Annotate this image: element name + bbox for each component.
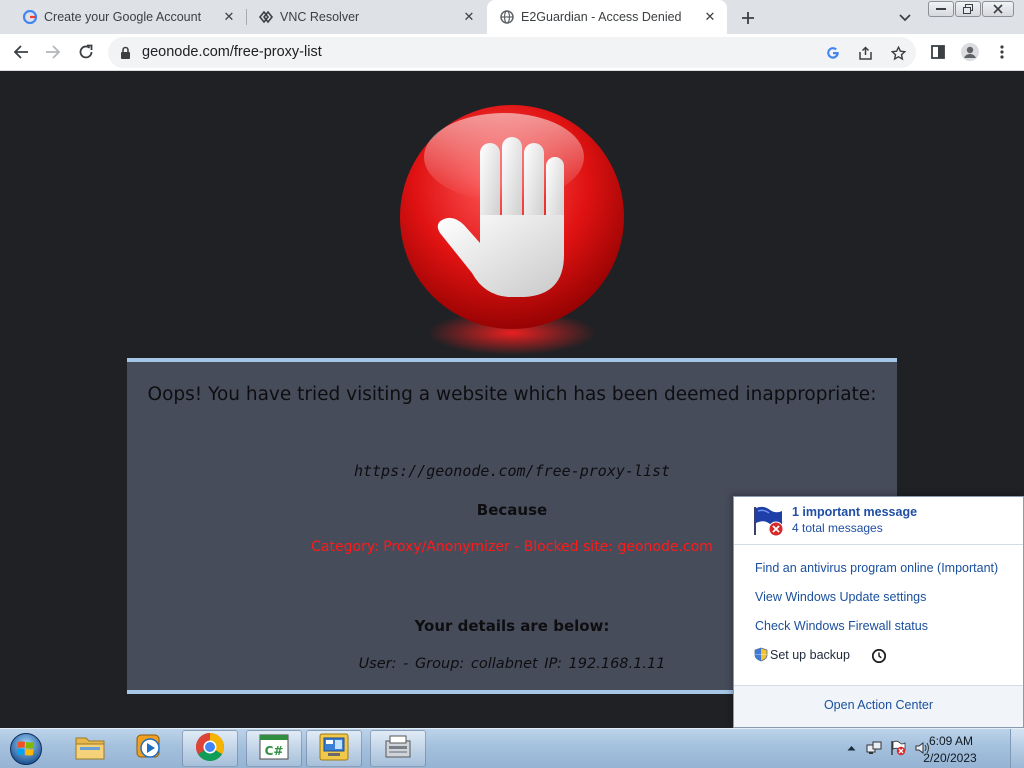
browser-toolbar: geonode.com/free-proxy-list bbox=[0, 34, 1024, 71]
back-button[interactable] bbox=[8, 39, 34, 65]
windows-update-link[interactable]: View Windows Update settings bbox=[755, 590, 926, 604]
start-button[interactable] bbox=[6, 731, 46, 767]
taskbar-remote-desktop[interactable] bbox=[306, 730, 362, 767]
forward-button[interactable] bbox=[40, 39, 66, 65]
tab-title: E2Guardian - Access Denied bbox=[521, 10, 682, 24]
action-center-popup: 1 important message 4 total messages Fin… bbox=[733, 496, 1024, 728]
action-center-flag-icon bbox=[752, 505, 786, 542]
chevron-down-icon[interactable] bbox=[895, 8, 915, 28]
taskbar-csharp-editor[interactable]: C# bbox=[246, 730, 302, 767]
tab-strip: Create your Google Account ✕ VNC Resolve… bbox=[0, 0, 1024, 34]
svg-text:C#: C# bbox=[265, 744, 284, 758]
minimize-button[interactable] bbox=[928, 1, 954, 17]
close-window-button[interactable] bbox=[982, 1, 1014, 17]
tab-title: Create your Google Account bbox=[44, 10, 202, 24]
popup-footer: Open Action Center bbox=[734, 685, 1023, 727]
taskbar: C# 6:09 AM 2/20/2023 bbox=[0, 728, 1024, 768]
close-icon[interactable]: ✕ bbox=[701, 8, 719, 26]
tab-e2guardian-access-denied[interactable]: E2Guardian - Access Denied ✕ bbox=[487, 0, 727, 34]
globe-icon bbox=[499, 9, 515, 25]
network-icon[interactable] bbox=[866, 740, 882, 756]
blocked-url: https://geonode.com/free-proxy-list bbox=[353, 462, 671, 480]
lock-icon[interactable] bbox=[120, 45, 131, 64]
close-icon[interactable]: ✕ bbox=[460, 8, 478, 26]
firewall-status-link[interactable]: Check Windows Firewall status bbox=[755, 619, 928, 633]
page-title: Oops! You have tried visiting a website … bbox=[147, 384, 877, 405]
find-antivirus-link[interactable]: Find an antivirus program online (Import… bbox=[755, 561, 998, 575]
taskbar-chrome[interactable] bbox=[182, 730, 238, 767]
taskbar-media-player[interactable] bbox=[122, 730, 178, 767]
google-icon bbox=[22, 9, 38, 25]
profile-avatar-icon[interactable] bbox=[957, 39, 983, 65]
tab-create-google-account[interactable]: Create your Google Account ✕ bbox=[0, 0, 246, 34]
chrome-icon bbox=[195, 732, 225, 766]
set-up-backup-link[interactable]: Set up backup bbox=[754, 647, 850, 662]
restore-button[interactable] bbox=[955, 1, 981, 17]
backup-clock-icon bbox=[871, 648, 887, 668]
shield-icon bbox=[754, 647, 768, 662]
vnc-icon bbox=[258, 9, 274, 25]
share-icon[interactable] bbox=[855, 43, 875, 63]
taskbar-scanner[interactable] bbox=[370, 730, 426, 767]
media-player-icon bbox=[135, 732, 165, 766]
bookmark-star-icon[interactable] bbox=[888, 43, 908, 63]
csharp-icon: C# bbox=[258, 733, 290, 765]
total-messages-link[interactable]: 4 total messages bbox=[792, 521, 883, 535]
address-bar[interactable]: geonode.com/free-proxy-list bbox=[108, 37, 916, 68]
open-action-center-link[interactable]: Open Action Center bbox=[734, 698, 1023, 712]
clock-date[interactable]: 2/20/2023 bbox=[916, 751, 984, 765]
google-lens-icon[interactable] bbox=[823, 43, 843, 63]
show-hidden-icons-icon[interactable] bbox=[843, 740, 859, 756]
tab-title: VNC Resolver bbox=[280, 10, 360, 24]
taskbar-explorer[interactable] bbox=[62, 730, 118, 767]
more-menu-icon[interactable] bbox=[989, 39, 1015, 65]
scanner-icon bbox=[383, 733, 413, 765]
url-text[interactable]: geonode.com/free-proxy-list bbox=[142, 44, 322, 60]
show-desktop-button[interactable] bbox=[1010, 729, 1024, 768]
stop-hand-icon bbox=[396, 105, 628, 369]
side-panel-icon[interactable] bbox=[925, 39, 951, 65]
important-message-link[interactable]: 1 important message bbox=[792, 505, 917, 519]
reload-button[interactable] bbox=[73, 39, 99, 65]
folder-icon bbox=[74, 733, 106, 765]
tab-vnc-resolver[interactable]: VNC Resolver ✕ bbox=[236, 0, 486, 34]
set-up-backup-label: Set up backup bbox=[770, 647, 850, 662]
remote-desktop-icon bbox=[318, 732, 350, 766]
new-tab-button[interactable] bbox=[737, 7, 759, 29]
clock-time[interactable]: 6:09 AM bbox=[922, 734, 980, 748]
action-center-flag-tray-icon[interactable] bbox=[890, 740, 906, 756]
